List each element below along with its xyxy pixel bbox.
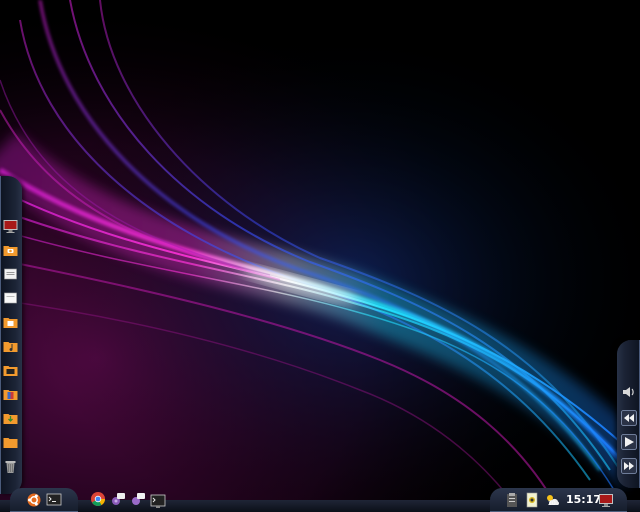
document-icon[interactable]: [2, 266, 19, 282]
music-folder-icon[interactable]: [2, 338, 19, 354]
terminal-icon[interactable]: [150, 493, 166, 509]
notes-icon[interactable]: [524, 492, 540, 508]
play-icon[interactable]: [621, 434, 637, 450]
system-tray: 20 15:17: [490, 488, 627, 512]
weather-temperature: 20: [548, 500, 556, 507]
empathy-icon[interactable]: [130, 491, 146, 507]
trash-icon[interactable]: [2, 458, 19, 474]
left-dock: [0, 176, 22, 494]
previous-track-icon[interactable]: [621, 410, 637, 426]
books-folder-icon[interactable]: [2, 386, 19, 402]
documents-folder-icon[interactable]: [2, 314, 19, 330]
bottom-panel-left: [10, 488, 78, 512]
desktop-wallpaper: [0, 0, 640, 512]
volume-icon[interactable]: [621, 384, 637, 400]
downloads-folder-icon[interactable]: [2, 410, 19, 426]
show-desktop-icon[interactable]: [598, 492, 614, 508]
monitor-icon[interactable]: [2, 218, 19, 234]
clipboard-icon[interactable]: [504, 492, 520, 508]
next-track-icon[interactable]: [621, 458, 637, 474]
pidgin-icon[interactable]: [110, 491, 126, 507]
chrome-icon[interactable]: [90, 491, 106, 507]
right-dock: [617, 340, 640, 488]
ubuntu-menu-icon[interactable]: [26, 492, 42, 508]
text-file-icon[interactable]: [2, 290, 19, 306]
launcher-bar: [84, 490, 174, 512]
terminal-icon[interactable]: [46, 492, 62, 508]
photos-folder-icon[interactable]: [2, 242, 19, 258]
clock[interactable]: 15:17: [566, 492, 601, 508]
videos-folder-icon[interactable]: [2, 362, 19, 378]
home-folder-icon[interactable]: [2, 434, 19, 450]
